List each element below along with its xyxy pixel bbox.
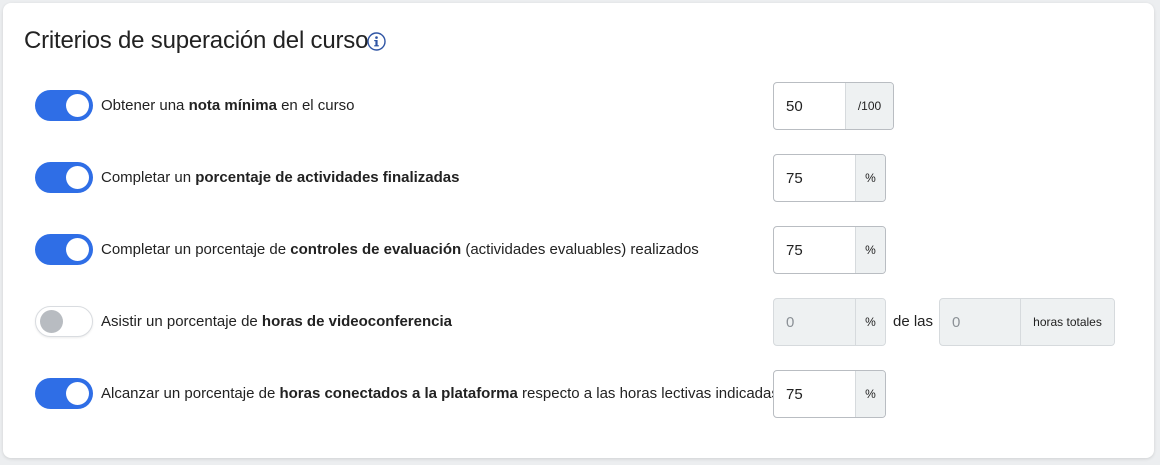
- videoconference-percent-field: %: [773, 298, 886, 346]
- connected-hours-input[interactable]: [774, 371, 855, 417]
- minimum-grade-label: Obtener una nota mínima en el curso: [101, 97, 355, 114]
- total-hours-field: horas totales: [939, 298, 1115, 346]
- finished-activities-label: Completar un porcentaje de actividades f…: [101, 169, 460, 186]
- toggle-knob: [40, 310, 63, 333]
- connected-hours-field: %: [773, 370, 886, 418]
- videoconference-hours-label: Asistir un porcentaje de horas de videoc…: [101, 313, 452, 330]
- info-icon[interactable]: [367, 32, 386, 51]
- finished-activities-input[interactable]: [774, 155, 855, 201]
- videoconference-percent-input[interactable]: [774, 299, 855, 345]
- criterion-row-finished-activities: Completar un porcentaje de actividades f…: [0, 154, 1160, 202]
- percent-unit: %: [855, 155, 885, 201]
- toggle-knob: [66, 94, 89, 117]
- evaluation-controls-toggle[interactable]: [35, 234, 93, 265]
- connected-hours-toggle[interactable]: [35, 378, 93, 409]
- percent-unit: %: [855, 227, 885, 273]
- criterion-row-videoconference-hours: Asistir un porcentaje de horas de videoc…: [0, 298, 1160, 346]
- criterion-row-minimum-grade: Obtener una nota mínima en el curso /100: [0, 82, 1160, 130]
- minimum-grade-field: /100: [773, 82, 894, 130]
- section-title: Criterios de superación del curso: [24, 27, 369, 54]
- evaluation-controls-field: %: [773, 226, 886, 274]
- criterion-row-evaluation-controls: Completar un porcentaje de controles de …: [0, 226, 1160, 274]
- finished-activities-toggle[interactable]: [35, 162, 93, 193]
- finished-activities-field: %: [773, 154, 886, 202]
- evaluation-controls-label: Completar un porcentaje de controles de …: [101, 241, 699, 258]
- toggle-knob: [66, 238, 89, 261]
- connected-hours-label: Alcanzar un porcentaje de horas conectad…: [101, 385, 779, 402]
- total-hours-unit: horas totales: [1020, 299, 1114, 345]
- connector-text: de las: [893, 313, 934, 330]
- toggle-knob: [66, 382, 89, 405]
- criterion-row-connected-hours: Alcanzar un porcentaje de horas conectad…: [0, 370, 1160, 418]
- minimum-grade-input[interactable]: [774, 83, 845, 129]
- evaluation-controls-input[interactable]: [774, 227, 855, 273]
- toggle-knob: [66, 166, 89, 189]
- videoconference-hours-toggle[interactable]: [35, 306, 93, 337]
- percent-unit: %: [855, 299, 885, 345]
- minimum-grade-toggle[interactable]: [35, 90, 93, 121]
- percent-unit: %: [855, 371, 885, 417]
- grade-unit: /100: [845, 83, 893, 129]
- total-hours-input[interactable]: [940, 299, 1020, 345]
